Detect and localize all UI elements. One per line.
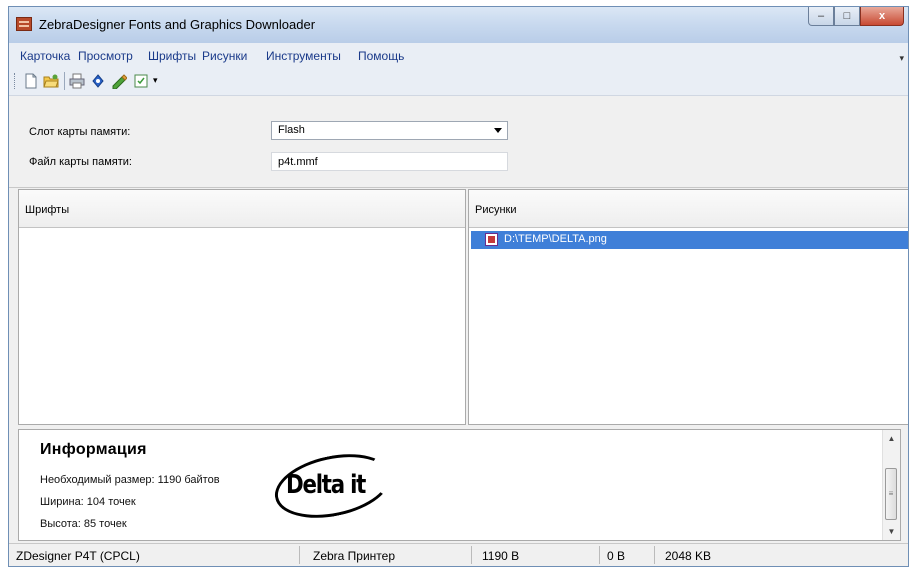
chevron-down-icon[interactable]	[494, 128, 502, 133]
list-item-label: D:\TEMP\DELTA.png	[504, 233, 607, 245]
file-label: Файл карты памяти:	[29, 156, 132, 168]
print-icon[interactable]	[69, 73, 85, 89]
app-icon	[16, 17, 32, 31]
app-window: ZebraDesigner Fonts and Graphics Downloa…	[8, 6, 909, 567]
properties-icon[interactable]	[133, 73, 149, 89]
required-size-text: Необходимый размер: 1190 байтов	[40, 474, 220, 486]
status-bar: ZDesigner P4T (CPCL) Zebra Принтер 1190 …	[9, 543, 908, 566]
menu-view[interactable]: Просмотр	[78, 49, 133, 63]
info-panel: Информация Необходимый размер: 1190 байт…	[18, 429, 901, 541]
open-icon[interactable]	[43, 73, 59, 89]
image-file-icon	[485, 233, 498, 246]
info-title: Информация	[40, 441, 147, 458]
status-divider	[299, 546, 300, 564]
info-scrollbar[interactable]: ▲ ≡ ▼	[882, 430, 900, 540]
window-controls: – □ x	[808, 7, 904, 29]
slot-dropdown-value: Flash	[278, 124, 305, 136]
scroll-down-icon[interactable]: ▼	[883, 523, 900, 540]
slot-label: Слот карты памяти:	[29, 126, 131, 138]
minimize-button[interactable]: –	[808, 7, 834, 26]
file-input[interactable]: p4t.mmf	[271, 152, 508, 171]
fonts-pane-header[interactable]: Шрифты	[19, 190, 465, 228]
status-divider	[599, 546, 600, 564]
new-icon[interactable]	[23, 73, 39, 89]
status-capacity: 2048 KB	[665, 549, 712, 563]
logo-text: Delta it	[286, 470, 366, 500]
toolbar-grip[interactable]	[14, 73, 17, 89]
menu-help[interactable]: Помощь	[358, 49, 404, 63]
menu-overflow-icon[interactable]: ▾	[899, 53, 904, 64]
menu-bar: Карточка Просмотр Шрифты Рисунки Инструм…	[9, 43, 908, 67]
scrollbar-thumb[interactable]: ≡	[885, 468, 897, 520]
status-required: 1190 B	[482, 549, 520, 563]
toolbar-separator	[64, 72, 65, 90]
title-bar[interactable]: ZebraDesigner Fonts and Graphics Downloa…	[9, 7, 908, 44]
menu-images[interactable]: Рисунки	[202, 49, 247, 63]
images-pane-header[interactable]: Рисунки	[469, 190, 908, 228]
status-used: 0 B	[607, 549, 626, 563]
images-pane[interactable]: Рисунки D:\TEMP\DELTA.png	[468, 189, 908, 425]
slot-dropdown[interactable]: Flash	[271, 121, 508, 140]
menu-fonts[interactable]: Шрифты	[148, 49, 196, 63]
toolbar: ▾	[9, 67, 908, 96]
close-button[interactable]: x	[860, 7, 904, 26]
menu-card[interactable]: Карточка	[20, 49, 70, 63]
add-graphic-icon[interactable]	[111, 73, 128, 90]
menu-tools[interactable]: Инструменты	[266, 49, 341, 63]
add-font-icon[interactable]	[90, 73, 106, 89]
memory-card-settings: Слот карты памяти: Flash Файл карты памя…	[9, 96, 908, 188]
list-item[interactable]: D:\TEMP\DELTA.png	[471, 231, 908, 249]
toolbar-overflow-icon[interactable]: ▾	[153, 75, 169, 91]
width-text: Ширина: 104 точек	[40, 496, 136, 508]
scroll-up-icon[interactable]: ▲	[883, 430, 900, 447]
status-printer-type: Zebra Принтер	[313, 549, 396, 563]
height-text: Высота: 85 точек	[40, 518, 127, 530]
image-preview-logo: Delta it	[269, 444, 397, 528]
status-divider	[471, 546, 472, 564]
maximize-button[interactable]: □	[834, 7, 860, 26]
fonts-pane[interactable]: Шрифты	[18, 189, 466, 425]
status-divider	[654, 546, 655, 564]
status-printer: ZDesigner P4T (CPCL)	[16, 549, 140, 563]
window-title: ZebraDesigner Fonts and Graphics Downloa…	[39, 17, 316, 32]
